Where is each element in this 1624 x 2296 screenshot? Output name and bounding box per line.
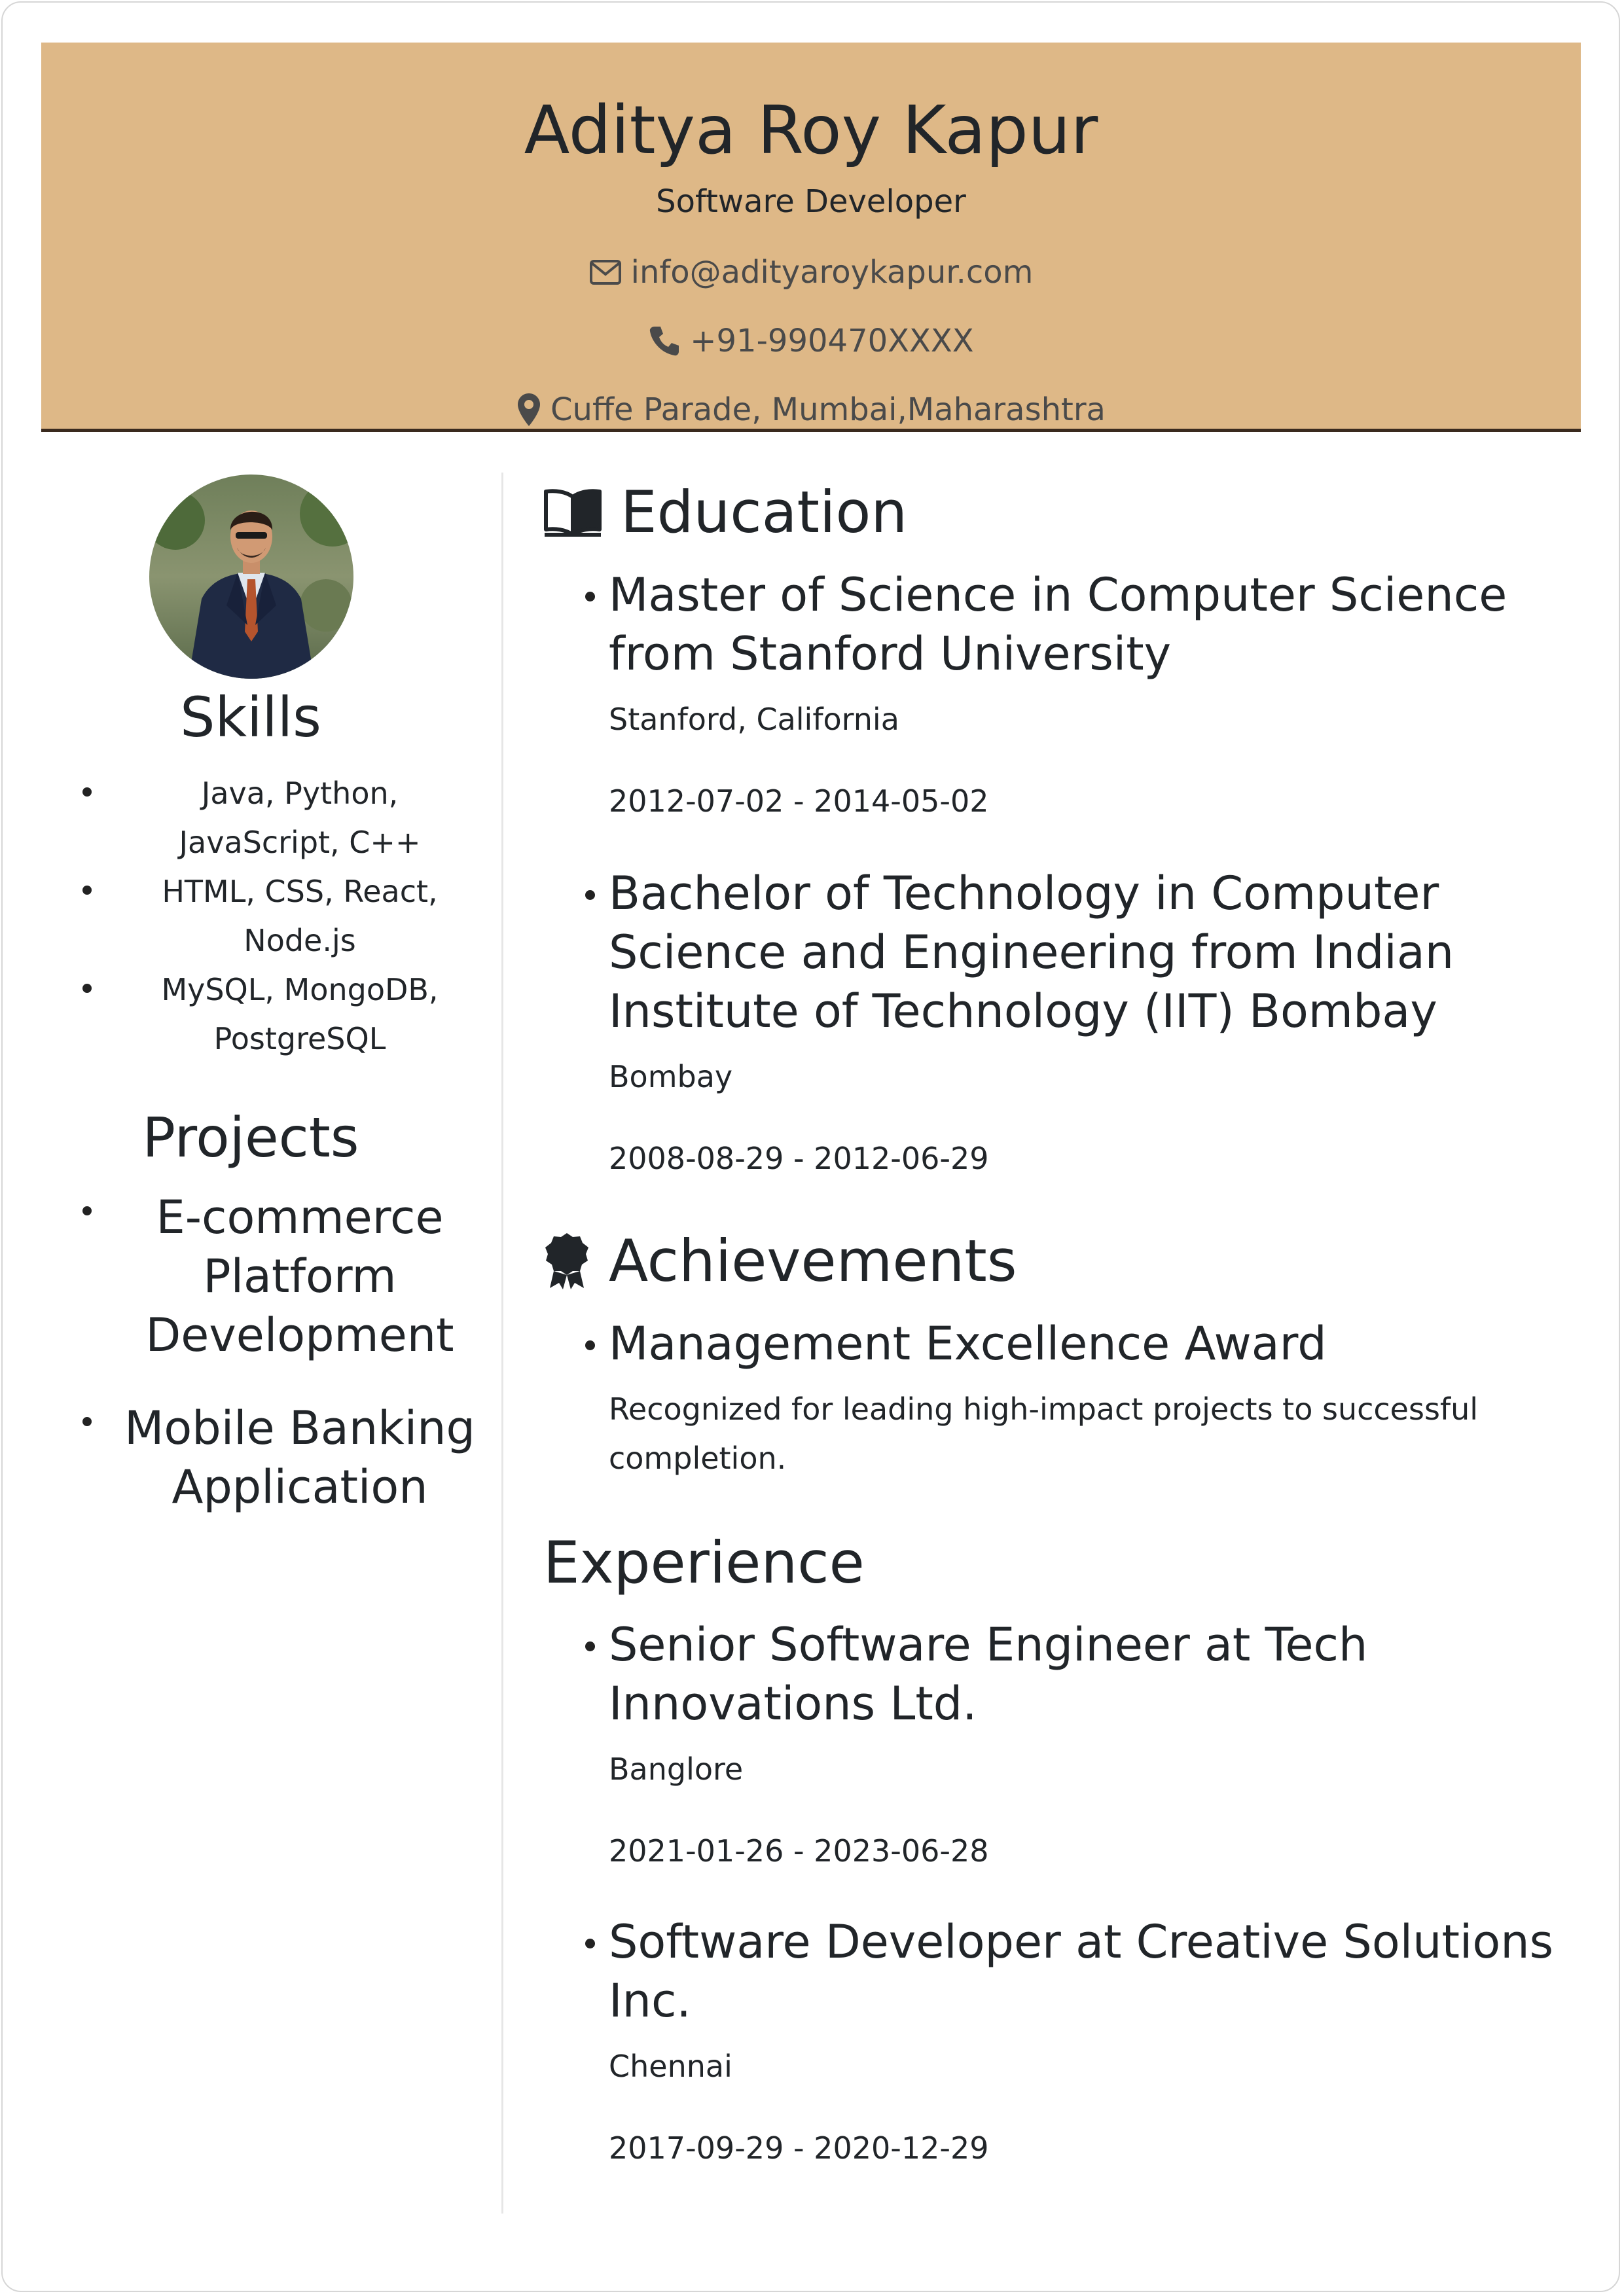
project-text: E-commerce Platform Development [145,1191,454,1362]
bullet-icon [585,592,595,601]
award-icon [545,1233,588,1289]
degree-title: Master of Science in Computer Science fr… [609,568,1507,681]
job-title: Software Developer at Creative Solutions… [609,1915,1554,2028]
education-heading: Education [543,476,907,548]
phone-icon [650,327,679,356]
bullet-icon [585,890,595,900]
achievement-description: Recognized for leading high-impact proje… [609,1391,1479,1476]
skill-text: HTML, CSS, React, Node.js [162,874,438,958]
skills-list: Java, Python, JavaScript, C++ HTML, CSS,… [41,769,499,1064]
bullet-icon [585,1340,595,1350]
phone-text[interactable]: +91-990470XXXX [690,319,973,363]
bullet-icon [82,1417,92,1426]
email-text[interactable]: info@adityaroykapur.com [631,251,1034,294]
job-location: Chennai [609,2049,732,2084]
education-item: Master of Science in Computer Science fr… [585,565,1578,826]
bullet-icon [82,1206,92,1215]
education-dates: 2008-08-29 - 2012-06-29 [609,1141,989,1176]
job-title: Senior Software Engineer at Tech Innovat… [609,1618,1368,1731]
skill-text: Java, Python, JavaScript, C++ [179,776,421,860]
achievements-heading: Achievements [543,1225,1017,1297]
skill-text: MySQL, MongoDB, PostgreSQL [161,972,439,1056]
job-dates: 2017-09-29 - 2020-12-29 [609,2130,989,2166]
bullet-icon [82,984,92,993]
project-text: Mobile Banking Application [124,1401,475,1514]
map-pin-icon [518,393,541,426]
bullet-icon [585,1939,595,1948]
bullet-icon [82,886,92,895]
avatar [149,475,353,679]
contact-location: Cuffe Parade, Mumbai,Maharashtra [41,388,1581,431]
contact-email[interactable]: info@adityaroykapur.com [41,251,1581,294]
column-divider [501,473,503,2214]
contact-phone[interactable]: +91-990470XXXX [41,319,1581,363]
skills-heading: Skills [180,685,321,749]
education-location: Bombay [609,1059,733,1094]
education-heading-text: Education [621,478,908,546]
bullet-icon [585,1641,595,1651]
experience-item: Senior Software Engineer at Tech Innovat… [585,1615,1578,1876]
list-item: HTML, CSS, React, Node.js [41,867,499,965]
education-location: Stanford, California [609,702,899,737]
candidate-name: Aditya Roy Kapur [524,92,1098,170]
list-item: Mobile Banking Application [41,1399,499,1516]
location-text: Cuffe Parade, Mumbai,Maharashtra [550,391,1106,428]
envelope-icon [589,260,621,285]
job-dates: 2021-01-26 - 2023-06-28 [609,1833,989,1869]
resume-header: Aditya Roy Kapur Software Developer info… [41,43,1581,432]
achievement-title: Management Excellence Award [609,1317,1327,1371]
degree-title: Bachelor of Technology in Computer Scien… [609,867,1454,1038]
book-icon [544,489,602,537]
experience-heading: Experience [543,1529,865,1596]
education-dates: 2012-07-02 - 2014-05-02 [609,783,989,819]
bullet-icon [82,787,92,797]
list-item: MySQL, MongoDB, PostgreSQL [41,965,499,1064]
candidate-title: Software Developer [656,183,966,220]
projects-heading: Projects [142,1105,359,1170]
achievement-item: Management Excellence Award Recognized f… [585,1314,1578,1483]
education-item: Bachelor of Technology in Computer Scien… [585,864,1578,1183]
achievements-heading-text: Achievements [609,1227,1017,1295]
list-item: E-commerce Platform Development [41,1188,499,1365]
job-location: Banglore [609,1751,744,1787]
projects-list: E-commerce Platform Development Mobile B… [41,1188,499,1551]
list-item: Java, Python, JavaScript, C++ [41,769,499,867]
experience-item: Software Developer at Creative Solutions… [585,1912,1578,2173]
